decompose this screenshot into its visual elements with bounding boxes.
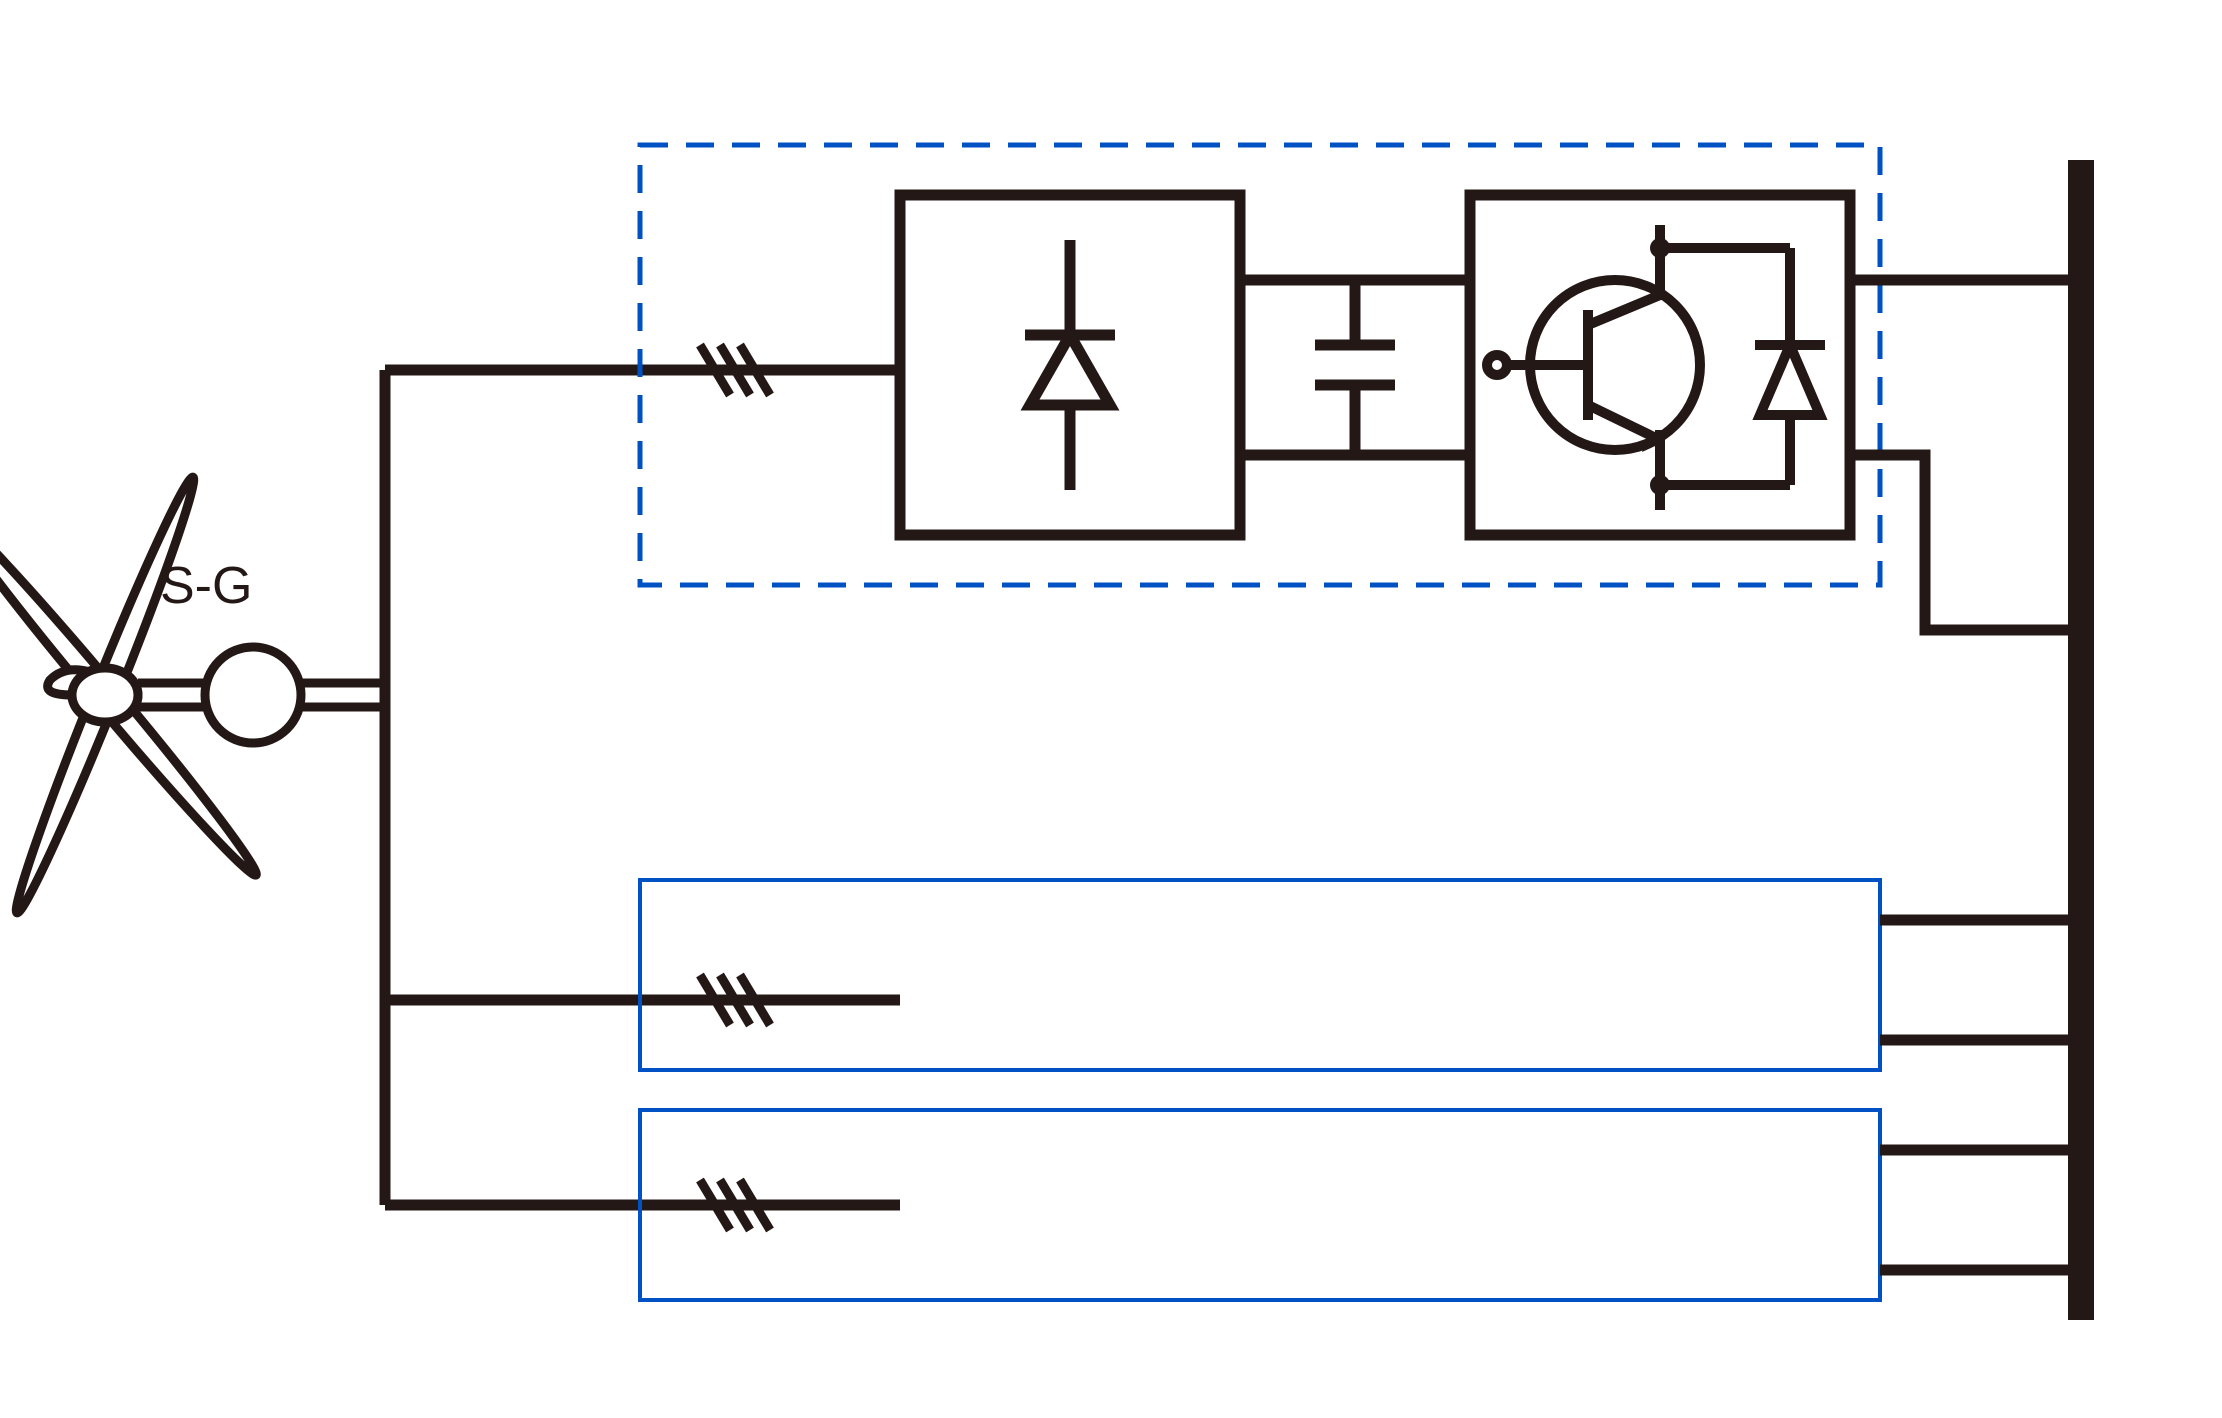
three-phase-marker <box>700 345 770 1230</box>
starter-generator-icon <box>205 647 301 743</box>
inverter-block <box>1470 195 1850 535</box>
generator-label: S-G <box>160 557 252 615</box>
dc-link-capacitor-icon <box>1315 280 1395 455</box>
parallel-output-wires <box>1880 920 2080 1270</box>
shaft <box>138 683 208 707</box>
generator-output-shaft <box>301 683 385 707</box>
power-conversion-diagram: S-G <box>0 0 2222 1418</box>
parallel-converter-2 <box>640 880 1880 1070</box>
inverter-output-wires <box>1850 280 2080 630</box>
rectifier-block <box>900 195 1240 535</box>
bus-bar <box>2068 160 2094 1320</box>
